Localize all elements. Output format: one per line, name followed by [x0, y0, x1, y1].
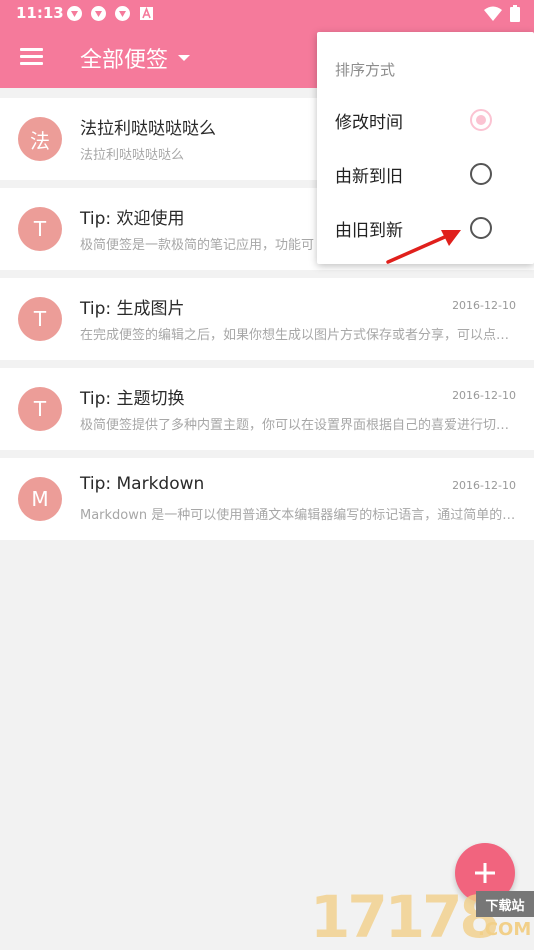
note-date: 2016-12-10: [452, 479, 516, 492]
sort-option-label: 由新到旧: [335, 167, 403, 187]
radio-unchecked-icon[interactable]: [470, 217, 492, 239]
note-card[interactable]: M Tip: Markdown Markdown 是一种可以使用普通文本编辑器编…: [0, 458, 534, 540]
battery-icon: [510, 5, 520, 22]
sort-option-label: 修改时间: [335, 113, 403, 133]
notification-icons: [66, 5, 155, 22]
note-preview: 在完成便签的编辑之后，如果你想生成以图片方式保存或者分享，可以点…: [80, 328, 510, 343]
watermark-site: 下载站: [476, 891, 534, 917]
note-avatar: M: [18, 477, 62, 521]
watermark-domain: .COM: [478, 919, 532, 940]
sort-menu-header: 排序方式: [335, 61, 396, 79]
status-time: 11:13: [16, 4, 64, 22]
note-date: 2016-12-10: [452, 389, 516, 402]
app-icon: [67, 6, 82, 21]
status-bar: 11:13: [0, 0, 534, 28]
watermark-logo: 17178 下载站 .COM: [310, 885, 534, 950]
note-date: 2016-12-10: [452, 299, 516, 312]
hamburger-menu-icon[interactable]: [20, 48, 43, 66]
folder-selector[interactable]: 全部便签: [80, 42, 191, 74]
wifi-icon: [484, 6, 502, 21]
note-title: Tip: 主题切换: [80, 389, 185, 409]
sort-option-modified-time[interactable]: 修改时间: [317, 94, 534, 148]
caret-down-icon: [178, 55, 191, 61]
note-avatar: T: [18, 207, 62, 251]
radio-unchecked-icon[interactable]: [470, 163, 492, 185]
note-preview: Markdown 是一种可以使用普通文本编辑器编写的标记语言，通过简单的…: [80, 508, 516, 523]
note-title: Tip: 生成图片: [80, 299, 185, 319]
annotation-arrow-icon: [386, 230, 461, 264]
note-card[interactable]: T Tip: 生成图片 在完成便签的编辑之后，如果你想生成以图片方式保存或者分享…: [0, 278, 534, 360]
note-title: 法拉利哒哒哒哒么: [80, 119, 216, 139]
sort-option-new-to-old[interactable]: 由新到旧: [317, 148, 534, 202]
note-avatar: T: [18, 387, 62, 431]
app-icon: [115, 6, 130, 21]
note-title: Tip: 欢迎使用: [80, 209, 185, 229]
a-icon: [140, 6, 153, 20]
page-title: 全部便签: [80, 48, 169, 73]
note-avatar: 法: [18, 117, 62, 161]
note-avatar: T: [18, 297, 62, 341]
app-icon: [91, 6, 106, 21]
radio-checked-icon[interactable]: [470, 109, 492, 131]
note-preview: 极简便签提供了多种内置主题，你可以在设置界面根据自己的喜爱进行切…: [80, 418, 510, 433]
watermark-digits: 17178: [310, 883, 500, 950]
note-title: Tip: Markdown: [80, 474, 205, 494]
note-card[interactable]: T Tip: 主题切换 极简便签提供了多种内置主题，你可以在设置界面根据自己的喜…: [0, 368, 534, 450]
